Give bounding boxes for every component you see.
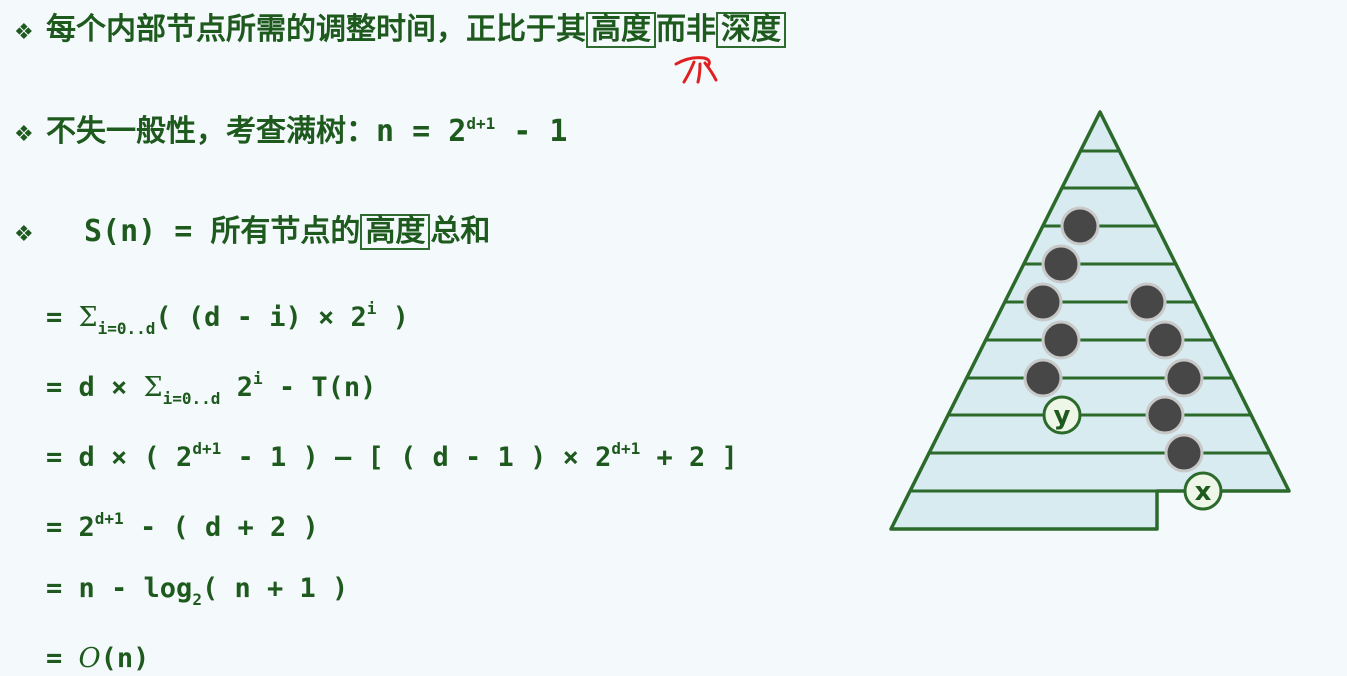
handwritten-annotation	[674, 56, 718, 84]
tree-triangle	[889, 110, 1291, 531]
node-y-label: y	[1054, 401, 1071, 431]
heap-tree-diagram: y x	[674, 56, 1291, 531]
node-x-label: x	[1195, 477, 1212, 507]
